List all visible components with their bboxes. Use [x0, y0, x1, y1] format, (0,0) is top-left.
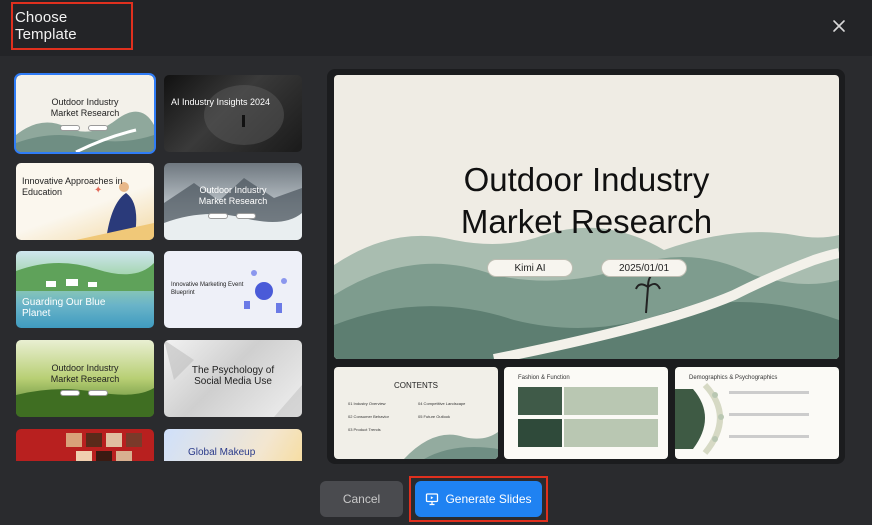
template-title: Global Makeup — [188, 447, 256, 458]
template-card-outdoor-2[interactable]: Outdoor Industry Market Research — [164, 163, 302, 240]
template-card-psychology[interactable]: The Psychology of Social Media Use — [164, 340, 302, 417]
preview-fashion-slide: Fashion & Function — [504, 367, 668, 459]
template-title: The Psychology of Social Media Use — [191, 365, 275, 387]
template-pill — [88, 390, 108, 396]
contents-title: CONTENTS — [394, 381, 438, 390]
dialog-header: Choose Template — [0, 0, 872, 56]
contents-item: 04 Competitive Landscape — [418, 401, 466, 406]
dialog-title-text: Choose Template — [15, 9, 77, 43]
cancel-button-label: Cancel — [342, 492, 381, 506]
template-title: Outdoor Industry Market Research — [198, 185, 268, 206]
template-pill — [60, 125, 80, 131]
contents-item: 01 Industry Overview — [348, 401, 386, 406]
template-pill — [236, 213, 256, 219]
template-card-collage[interactable] — [16, 429, 154, 461]
preview-author-chip: Kimi AI — [487, 259, 573, 277]
contents-item: 03 Product Trends — [348, 427, 381, 432]
template-card-ai-insights[interactable]: AI Industry Insights 2024 — [164, 75, 302, 152]
generate-slides-button[interactable]: Generate Slides — [415, 481, 542, 517]
template-title: Outdoor Industry Market Research — [50, 97, 120, 118]
preview-cover-slide: Outdoor Industry Market Research Kimi AI… — [334, 75, 839, 359]
slide-text-block — [564, 419, 658, 447]
template-card-blue-planet[interactable]: Guarding Our Blue Planet — [16, 251, 154, 328]
preview-demographics-slide: Demographics & Psychographics — [675, 367, 839, 459]
slide-text-block — [564, 387, 658, 415]
contents-item: 05 Future Outlook — [418, 414, 451, 419]
template-pill — [60, 390, 80, 396]
cancel-button[interactable]: Cancel — [320, 481, 403, 517]
slide-title: Fashion & Function — [518, 375, 570, 381]
template-card-makeup[interactable]: Global Makeup — [164, 429, 302, 461]
preview-date-chip: 2025/01/01 — [601, 259, 687, 277]
slide-image — [518, 419, 562, 447]
preview-contents-slide: CONTENTS 01 Industry Overview 02 Consume… — [334, 367, 498, 459]
template-title: Outdoor Industry Market Research — [50, 363, 120, 384]
presentation-icon — [426, 493, 439, 506]
slide-image — [518, 387, 562, 415]
preview-title-line1: Outdoor Industry — [463, 161, 710, 198]
preview-title-line2: Market Research — [460, 203, 713, 240]
generate-button-label: Generate Slides — [445, 492, 532, 506]
template-title: Innovative Approaches in Education — [22, 176, 123, 197]
template-pill — [88, 125, 108, 131]
template-card-outdoor-3[interactable]: Outdoor Industry Market Research — [16, 340, 154, 417]
template-title: Innovative Marketing Event Blueprint — [171, 282, 244, 296]
template-pill — [208, 213, 228, 219]
close-icon[interactable] — [827, 14, 851, 38]
template-preview: Outdoor Industry Market Research Kimi AI… — [327, 69, 845, 464]
template-title: AI Industry Insights 2024 — [171, 97, 271, 107]
template-title: Guarding Our Blue Planet — [22, 297, 106, 319]
template-list[interactable]: Outdoor Industry Market Research AI Indu… — [14, 73, 304, 461]
template-card-marketing[interactable]: Innovative Marketing Event Blueprint — [164, 251, 302, 328]
contents-item: 02 Consumer Behavior — [348, 414, 389, 419]
template-card-outdoor-1[interactable]: Outdoor Industry Market Research — [14, 73, 156, 154]
dialog-title: Choose Template — [11, 2, 133, 50]
template-card-education[interactable]: ✦ Innovative Approaches in Education — [16, 163, 154, 240]
